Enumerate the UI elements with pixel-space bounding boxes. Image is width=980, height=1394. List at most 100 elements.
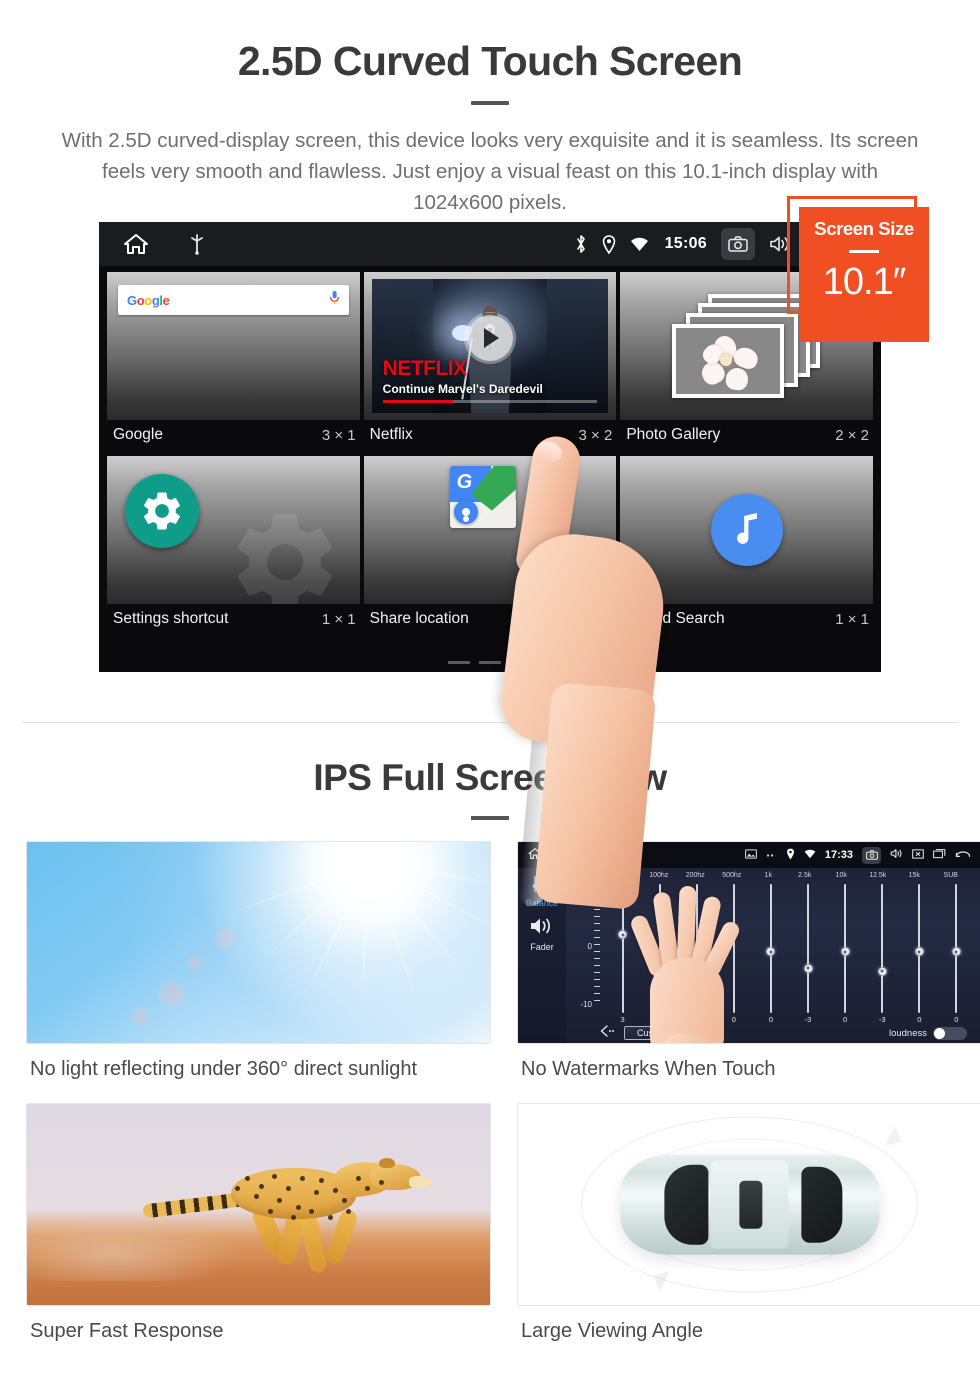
camera-icon[interactable] [862, 846, 881, 864]
amplifier-status-bar: Amplifier 17:33 [518, 842, 980, 868]
eq-band-label: 60hz [614, 872, 630, 879]
page-dot-3-active[interactable] [510, 661, 532, 664]
back-icon[interactable] [955, 848, 971, 862]
widget-preview-sound-search[interactable] [620, 456, 873, 604]
widget-caption-settings-shortcut: Settings shortcut 1 × 1 [107, 604, 360, 636]
widget-label: Google [113, 426, 163, 443]
back-chevron-icon[interactable] [600, 1024, 616, 1042]
recents-icon[interactable] [933, 848, 946, 862]
home-icon[interactable] [123, 232, 149, 256]
eq-slider-1k[interactable] [752, 884, 789, 1013]
screen-size-divider [849, 250, 879, 253]
widget-preview-netflix[interactable]: NETFLIX Continue Marvel's Daredevil [363, 272, 617, 420]
image-icon [744, 848, 757, 862]
amplifier-footer: Custom loudness [566, 1023, 980, 1043]
eq-slider-60hz[interactable] [604, 884, 641, 1013]
widget-caption-netflix: Netflix 3 × 2 [364, 420, 617, 452]
car-scene [518, 1104, 980, 1305]
android-status-bar: 15:06 [99, 222, 881, 266]
speaker-icon[interactable] [529, 916, 555, 941]
page-indicator[interactable] [448, 661, 532, 664]
home-icon[interactable] [528, 847, 542, 863]
eq-band-label: 12.5k [869, 872, 887, 879]
feature-card-row-2: Super Fast Response Large Viewing Angle [0, 1103, 980, 1343]
section1-title-underline [471, 101, 509, 105]
gear-icon[interactable] [125, 474, 199, 548]
street-right [546, 279, 609, 413]
more-dots-icon [766, 850, 777, 861]
sunlight-image [27, 842, 490, 1043]
loudness-label: loudness [888, 1027, 927, 1039]
section2-title-underline [471, 816, 509, 820]
close-box-icon[interactable] [912, 848, 924, 862]
cheetah-spots [27, 1104, 490, 1305]
page-dot-1[interactable] [448, 661, 470, 664]
bluetooth-icon [574, 234, 588, 254]
sunlight-photo [26, 841, 491, 1044]
eq-band-label: 1k [764, 872, 772, 879]
widget-cell-sound-search[interactable]: Sound Search 1 × 1 [620, 456, 873, 636]
netflix-artwork: NETFLIX Continue Marvel's Daredevil [371, 279, 609, 413]
loudness-toggle[interactable] [933, 1026, 967, 1040]
widget-label: Photo Gallery [626, 426, 721, 443]
amplifier-sidebar: Balance Fader [518, 868, 566, 1043]
eq-slider-10k[interactable] [827, 884, 864, 1013]
camera-icon[interactable] [721, 228, 755, 260]
amplifier-screen: Amplifier 17:33 Balance Fader 60hz 100hz… [518, 842, 980, 1043]
widget-cell-google[interactable]: Google Google 3 × 1 [107, 272, 360, 452]
page-dot-2[interactable] [479, 661, 501, 664]
eq-band-label: 2.5k [798, 872, 812, 879]
eq-band-labels: 60hz 100hz 200hz 500hz 1k 2.5k 10k 12.5k… [574, 872, 973, 879]
widget-label: Sound Search [626, 610, 725, 627]
eq-slider-sub[interactable] [938, 884, 975, 1013]
eq-band-label: SUB [943, 872, 958, 879]
widget-preview-share-location[interactable]: G [363, 456, 617, 604]
feature-card-sunlight: No light reflecting under 360° direct su… [26, 841, 491, 1081]
widget-size: 3 × 2 [578, 426, 613, 444]
screen-size-badge: Screen Size 10.1″ [799, 207, 929, 342]
play-icon[interactable] [466, 314, 513, 361]
eq-slider-2_5k[interactable] [789, 884, 826, 1013]
widget-size: 1 × 1 [835, 610, 869, 628]
equalizer-icon[interactable] [531, 876, 553, 896]
widget-size: 2 × 2 [835, 426, 869, 444]
widget-caption-photo-gallery: Photo Gallery 2 × 2 [620, 420, 873, 452]
music-note-icon[interactable] [710, 494, 783, 566]
eq-slider-15k[interactable] [901, 884, 938, 1013]
feature-caption-cheetah: Super Fast Response [30, 1320, 224, 1342]
volume-icon[interactable] [890, 848, 903, 862]
feature-card-amplifier: Amplifier 17:33 Balance Fader 60hz 100hz… [517, 841, 980, 1081]
screen-size-value: 10.1″ [822, 261, 906, 303]
netflix-subtitle: Continue Marvel's Daredevil [382, 382, 543, 396]
amplifier-eq-panel: 60hz 100hz 200hz 500hz 1k 2.5k 10k 12.5k… [566, 868, 980, 1043]
widget-preview-google[interactable]: Google [107, 272, 360, 420]
microphone-icon[interactable] [329, 290, 340, 310]
feature-card-car: Large Viewing Angle [517, 1103, 980, 1343]
widget-cell-settings-shortcut[interactable]: Settings shortcut 1 × 1 [107, 456, 360, 636]
amplifier-screenshot: Amplifier 17:33 Balance Fader 60hz 100hz… [517, 841, 980, 1044]
cheetah-image [27, 1104, 490, 1305]
widget-cell-share-location[interactable]: G Share location 1 × 1 [363, 456, 617, 636]
fader-label[interactable]: Fader [518, 942, 566, 952]
wifi-icon [804, 849, 816, 862]
eq-scale-mid: 0 [587, 941, 592, 951]
widget-size: 3 × 1 [321, 426, 356, 444]
usb-icon [189, 233, 205, 255]
google-search-bar[interactable]: Google [118, 285, 349, 315]
widget-caption-sound-search: Sound Search 1 × 1 [620, 604, 873, 636]
widget-caption-share-location: Share location 1 × 1 [364, 604, 617, 636]
eq-slider-12_5k[interactable] [864, 884, 901, 1013]
feature-caption-sunlight: No light reflecting under 360° direct su… [30, 1058, 418, 1080]
loudness-control[interactable]: loudness [888, 1026, 967, 1040]
netflix-progress-bar [382, 400, 598, 403]
touching-hand-illustration [628, 876, 742, 1043]
android-device-screenshot: 15:06 Google Google 3 × 1 NETFLIX Contin… [99, 222, 881, 911]
balance-label[interactable]: Balance [518, 898, 566, 908]
section1-title: 2.5D Curved Touch Screen [237, 38, 743, 84]
eq-band-label: 15k [908, 872, 920, 879]
widget-cell-netflix[interactable]: NETFLIX Continue Marvel's Daredevil Netf… [363, 272, 617, 452]
google-maps-icon[interactable]: G [449, 466, 516, 528]
netflix-brand: NETFLIX [382, 357, 468, 380]
widget-preview-settings[interactable] [107, 456, 360, 604]
screen-size-label: Screen Size [814, 218, 914, 239]
